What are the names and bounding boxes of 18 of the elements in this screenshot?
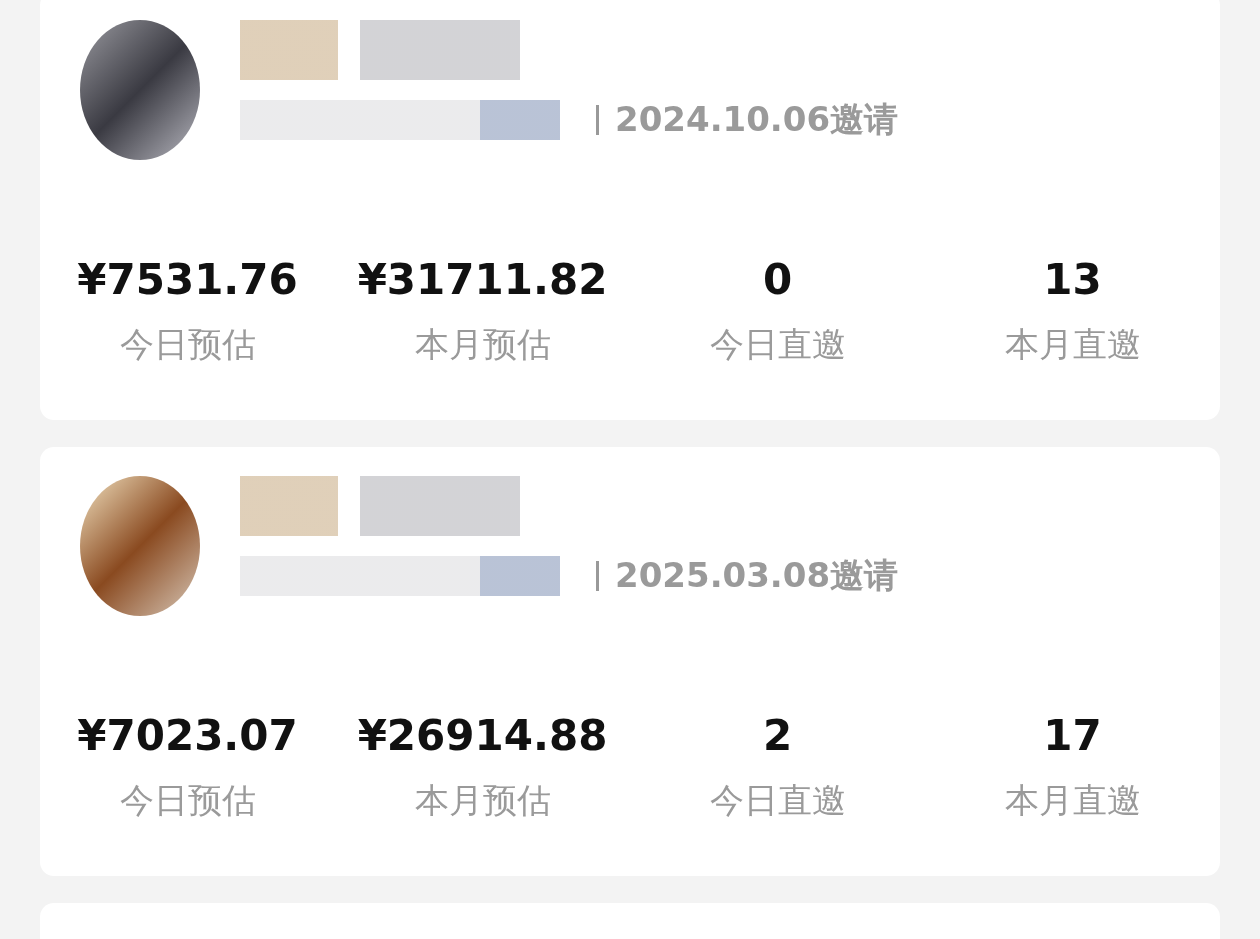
stat-label: 今日预估 [119,323,256,366]
stat-value: ¥26914.88 [357,711,608,760]
invite-date: 2025.03.08邀请 [615,554,899,597]
stat-label: 本月预估 [414,779,551,822]
stat-value: ¥31711.82 [357,255,608,304]
stat-label: 今日直邀 [709,779,846,822]
stat-value: 17 [1043,711,1102,760]
stat-value: 0 [762,255,793,304]
stat-label: 本月直邀 [1004,779,1141,822]
stat-value: ¥7531.76 [77,255,298,304]
stat-value: 2 [762,711,793,760]
stat-value: ¥7023.07 [77,711,298,760]
stat-value: 13 [1043,255,1102,304]
stat-label: 今日预估 [119,779,256,822]
stat-label: 本月预估 [414,323,551,366]
stat-label: 本月直邀 [1004,323,1141,366]
invite-date: 2024.10.06邀请 [615,98,899,141]
stat-label: 今日直邀 [709,323,846,366]
